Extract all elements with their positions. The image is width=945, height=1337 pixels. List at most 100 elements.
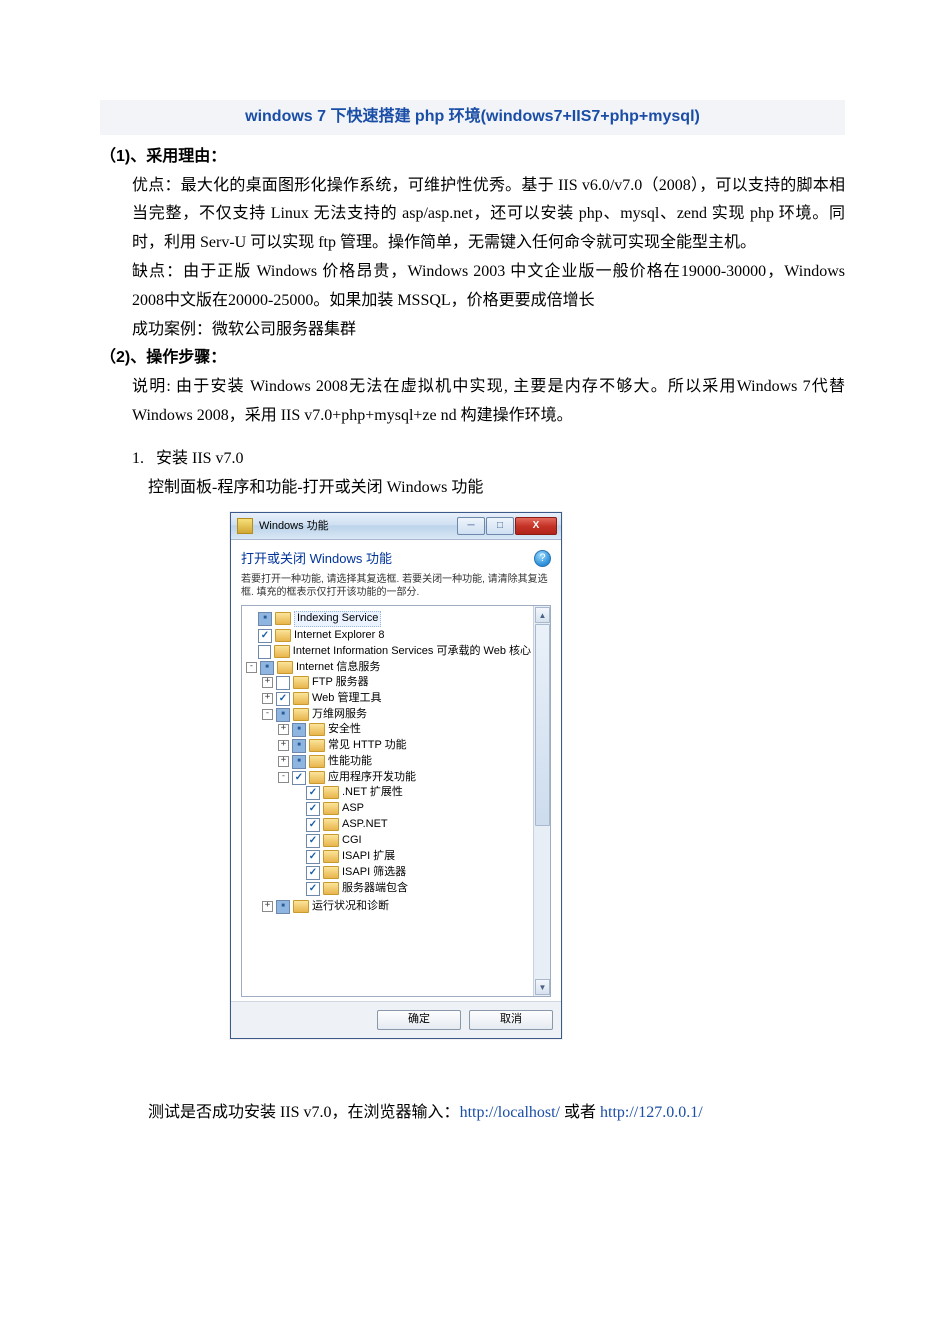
checkbox-net-ext[interactable] <box>306 786 320 800</box>
step-1: 1. 安装 IIS v7.0 <box>100 445 845 474</box>
checkbox-cgi[interactable] <box>306 834 320 848</box>
tree-item-net-ext[interactable]: .NET 扩展性 <box>342 786 403 799</box>
folder-icon <box>323 834 339 847</box>
checkbox-iis[interactable] <box>260 661 274 675</box>
tree-expander[interactable]: + <box>278 724 289 735</box>
tree-item-aspnet[interactable]: ASP.NET <box>342 818 388 831</box>
advantage-paragraph: 优点：最大化的桌面图形化操作系统，可维护性优秀。基于 IIS v6.0/v7.0… <box>100 172 845 258</box>
folder-icon <box>293 708 309 721</box>
close-button[interactable]: X <box>515 517 557 535</box>
folder-icon <box>293 676 309 689</box>
tree-item-ie8[interactable]: Internet Explorer 8 <box>294 629 385 642</box>
folder-icon <box>323 818 339 831</box>
folder-icon <box>309 755 325 768</box>
feature-tree-container: Indexing Service Internet Explorer 8 <box>241 605 551 997</box>
test-text-mid: 或者 <box>560 1104 600 1121</box>
tree-item-appdev[interactable]: 应用程序开发功能 <box>328 771 416 784</box>
tree-item-isapi-filter[interactable]: ISAPI 筛选器 <box>342 866 406 879</box>
tree-item-isapi-ext[interactable]: ISAPI 扩展 <box>342 850 395 863</box>
dialog-footer: 确定 取消 <box>231 1002 561 1037</box>
checkbox-security[interactable] <box>292 723 306 737</box>
step-title: 安装 IIS v7.0 <box>156 450 244 467</box>
explanation-paragraph: 说明: 由于安装 Windows 2008无法在虚拟机中实现, 主要是内存不够大… <box>100 373 845 431</box>
tree-item-security[interactable]: 安全性 <box>328 723 361 736</box>
tree-item-asp[interactable]: ASP <box>342 802 364 815</box>
checkbox-ftp[interactable] <box>276 676 290 690</box>
windows-features-dialog: Windows 功能 ─ □ X 打开或关闭 Windows 功能 ? 若要打开… <box>230 512 562 1038</box>
window-title: Windows 功能 <box>259 520 457 533</box>
tree-expander[interactable]: - <box>262 709 273 720</box>
disadvantage-paragraph: 缺点：由于正版 Windows 价格昂贵，Windows 2003 中文企业版一… <box>100 258 845 316</box>
section-2-heading: （2)、操作步骤： <box>100 344 845 373</box>
tree-item-ssi[interactable]: 服务器端包含 <box>342 882 408 895</box>
windows-features-dialog-figure: Windows 功能 ─ □ X 打开或关闭 Windows 功能 ? 若要打开… <box>230 512 845 1038</box>
ok-button[interactable]: 确定 <box>377 1010 461 1029</box>
tree-item-http[interactable]: 常见 HTTP 功能 <box>328 739 407 752</box>
tree-scrollbar[interactable]: ▲ ▼ <box>533 606 550 996</box>
checkbox-appdev[interactable] <box>292 771 306 785</box>
tree-expander[interactable]: + <box>278 756 289 767</box>
maximize-button[interactable]: □ <box>486 517 514 535</box>
tree-expander[interactable]: - <box>246 662 257 673</box>
tree-item-performance[interactable]: 性能功能 <box>328 755 372 768</box>
folder-icon <box>277 661 293 674</box>
tree-item-health[interactable]: 运行状况和诊断 <box>312 900 389 913</box>
tree-item-iis-hostable[interactable]: Internet Information Services 可承载的 Web 核… <box>293 645 531 658</box>
dialog-heading: 打开或关闭 Windows 功能 <box>241 551 392 567</box>
case-paragraph: 成功案例：微软公司服务器集群 <box>100 316 845 345</box>
folder-icon <box>293 692 309 705</box>
dialog-titlebar[interactable]: Windows 功能 ─ □ X <box>231 513 561 540</box>
folder-icon <box>323 866 339 879</box>
folder-icon <box>309 739 325 752</box>
help-icon[interactable]: ? <box>534 550 551 567</box>
step-number: 1. <box>132 450 144 467</box>
folder-icon <box>309 723 325 736</box>
checkbox-asp[interactable] <box>306 802 320 816</box>
window-icon <box>237 518 253 534</box>
step-1-subtitle: 控制面板-程序和功能-打开或关闭 Windows 功能 <box>100 474 845 503</box>
tree-item-cgi[interactable]: CGI <box>342 834 362 847</box>
checkbox-isapi-filter[interactable] <box>306 866 320 880</box>
checkbox-isapi-ext[interactable] <box>306 850 320 864</box>
folder-icon <box>323 882 339 895</box>
folder-icon <box>293 900 309 913</box>
link-127[interactable]: http://127.0.0.1/ <box>600 1104 703 1121</box>
tree-expander[interactable]: + <box>262 693 273 704</box>
folder-icon <box>323 786 339 799</box>
tree-item-ftp[interactable]: FTP 服务器 <box>312 676 369 689</box>
section-1-heading: （1)、采用理由： <box>100 143 845 172</box>
tree-expander[interactable]: + <box>262 677 273 688</box>
tree-expander[interactable]: + <box>262 901 273 912</box>
folder-icon <box>275 612 291 625</box>
checkbox-performance[interactable] <box>292 755 306 769</box>
checkbox-ssi[interactable] <box>306 882 320 896</box>
feature-tree[interactable]: Indexing Service Internet Explorer 8 <box>242 606 533 996</box>
link-localhost[interactable]: http://localhost/ <box>460 1104 560 1121</box>
page-title: windows 7 下快速搭建 php 环境(windows7+IIS7+php… <box>100 100 845 135</box>
scroll-down-button[interactable]: ▼ <box>535 979 550 995</box>
scroll-thumb[interactable] <box>535 624 550 826</box>
checkbox-health[interactable] <box>276 900 290 914</box>
tree-expander[interactable]: + <box>278 740 289 751</box>
checkbox-indexing[interactable] <box>258 612 272 626</box>
folder-icon <box>323 802 339 815</box>
checkbox-ie8[interactable] <box>258 629 272 643</box>
tree-item-indexing-service[interactable]: Indexing Service <box>294 611 381 626</box>
checkbox-aspnet[interactable] <box>306 818 320 832</box>
minimize-button[interactable]: ─ <box>457 517 485 535</box>
tree-item-web-mgmt[interactable]: Web 管理工具 <box>312 692 381 705</box>
checkbox-web-mgmt[interactable] <box>276 692 290 706</box>
cancel-button[interactable]: 取消 <box>469 1010 553 1029</box>
tree-item-www[interactable]: 万维网服务 <box>312 708 367 721</box>
tree-expander[interactable]: - <box>278 772 289 783</box>
checkbox-http[interactable] <box>292 739 306 753</box>
dialog-description: 若要打开一种功能, 请选择其复选框. 若要关闭一种功能, 请清除其复选框. 填充… <box>241 573 551 599</box>
test-instruction: 测试是否成功安装 IIS v7.0，在浏览器输入：http://localhos… <box>100 1099 845 1128</box>
scroll-up-button[interactable]: ▲ <box>535 607 550 623</box>
tree-item-iis[interactable]: Internet 信息服务 <box>296 661 380 674</box>
checkbox-iis-hostable[interactable] <box>258 645 272 659</box>
folder-icon <box>309 771 325 784</box>
checkbox-www[interactable] <box>276 708 290 722</box>
expander-placeholder <box>246 614 255 623</box>
folder-icon <box>275 629 291 642</box>
